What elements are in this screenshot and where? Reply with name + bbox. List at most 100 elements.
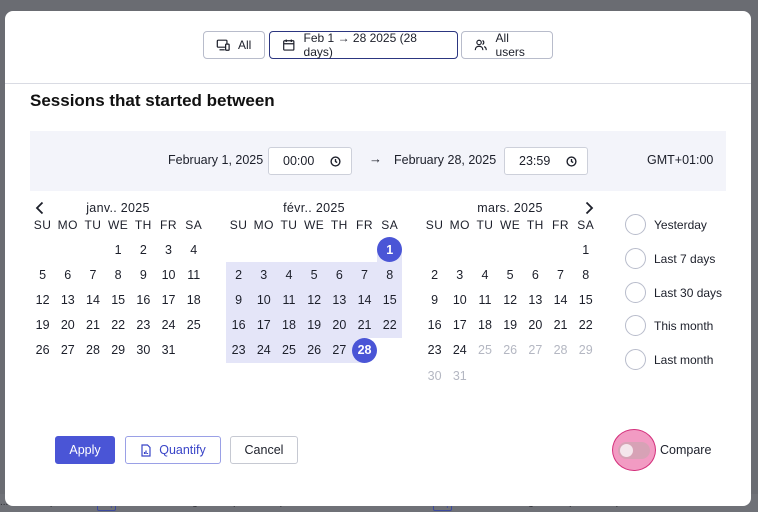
preset-last-7-days[interactable]: Last 7 days: [625, 248, 715, 269]
day-cell[interactable]: 11: [472, 287, 497, 312]
day-cell[interactable]: 17: [447, 313, 472, 338]
in-range-day[interactable]: 24: [251, 337, 277, 363]
in-range-day[interactable]: 15: [377, 287, 403, 313]
day-cell[interactable]: 25: [472, 338, 497, 363]
day-cell[interactable]: 17: [156, 287, 181, 312]
day-cell[interactable]: 30: [131, 338, 156, 363]
in-range-day[interactable]: 7: [351, 262, 378, 288]
start-time-input[interactable]: 00:00: [268, 147, 352, 175]
preset-last-30-days[interactable]: Last 30 days: [625, 282, 722, 303]
day-cell[interactable]: 10: [447, 287, 472, 312]
cancel-button[interactable]: Cancel: [230, 436, 298, 464]
day-cell[interactable]: 9: [131, 262, 156, 287]
day-cell[interactable]: 14: [548, 287, 573, 312]
day-cell[interactable]: 23: [422, 338, 447, 363]
day-cell[interactable]: 20: [55, 313, 80, 338]
in-range-day[interactable]: 23: [226, 337, 252, 363]
day-cell[interactable]: 4: [472, 262, 497, 287]
day-cell[interactable]: 12: [30, 287, 55, 312]
in-range-day[interactable]: 3: [251, 262, 277, 288]
in-range-day[interactable]: 10: [251, 287, 277, 313]
day-cell[interactable]: 24: [156, 313, 181, 338]
in-range-day[interactable]: 11: [276, 287, 302, 313]
day-cell[interactable]: 28: [80, 338, 105, 363]
day-cell[interactable]: 20: [523, 313, 548, 338]
in-range-day[interactable]: 20: [326, 312, 352, 338]
day-cell[interactable]: 21: [80, 313, 105, 338]
in-range-day[interactable]: 22: [377, 312, 403, 338]
preset-last-month[interactable]: Last month: [625, 349, 713, 370]
day-cell[interactable]: 21: [548, 313, 573, 338]
compare-toggle[interactable]: [612, 429, 656, 471]
in-range-day[interactable]: 13: [326, 287, 352, 313]
day-cell[interactable]: 16: [422, 313, 447, 338]
in-range-day[interactable]: 2: [226, 262, 252, 288]
in-range-day[interactable]: 17: [251, 312, 277, 338]
day-cell[interactable]: 9: [422, 287, 447, 312]
day-cell[interactable]: 12: [498, 287, 523, 312]
quantify-button[interactable]: Quantify: [125, 436, 221, 464]
range-start-day[interactable]: 1: [377, 237, 403, 263]
day-cell[interactable]: 19: [498, 313, 523, 338]
day-cell[interactable]: 28: [548, 338, 573, 363]
day-cell[interactable]: 18: [181, 287, 206, 312]
day-cell[interactable]: 27: [523, 338, 548, 363]
end-time-input[interactable]: 23:59: [504, 147, 588, 175]
range-end-day[interactable]: 28: [351, 337, 378, 363]
day-cell[interactable]: 22: [106, 313, 131, 338]
day-cell[interactable]: 19: [30, 313, 55, 338]
day-cell[interactable]: 29: [106, 338, 131, 363]
day-cell[interactable]: 29: [573, 338, 598, 363]
in-range-day[interactable]: 6: [326, 262, 352, 288]
radio-button[interactable]: [625, 349, 646, 370]
day-cell[interactable]: 11: [181, 262, 206, 287]
day-cell[interactable]: 5: [498, 262, 523, 287]
day-cell[interactable]: 1: [573, 237, 598, 262]
day-cell[interactable]: 26: [498, 338, 523, 363]
day-cell[interactable]: 6: [55, 262, 80, 287]
radio-button[interactable]: [625, 248, 646, 269]
day-cell[interactable]: 18: [472, 313, 497, 338]
day-cell[interactable]: 25: [181, 313, 206, 338]
day-cell[interactable]: 1: [106, 237, 131, 262]
preset-yesterday[interactable]: Yesterday: [625, 214, 707, 235]
day-cell[interactable]: 27: [55, 338, 80, 363]
radio-button[interactable]: [625, 282, 646, 303]
day-cell[interactable]: 4: [181, 237, 206, 262]
all-devices-button[interactable]: All: [203, 31, 265, 59]
radio-button[interactable]: [625, 315, 646, 336]
day-cell[interactable]: 3: [447, 262, 472, 287]
in-range-day[interactable]: 9: [226, 287, 252, 313]
day-cell[interactable]: 13: [523, 287, 548, 312]
day-cell[interactable]: 10: [156, 262, 181, 287]
day-cell[interactable]: 15: [106, 287, 131, 312]
in-range-day[interactable]: 18: [276, 312, 302, 338]
day-cell[interactable]: 31: [156, 338, 181, 363]
in-range-day[interactable]: 26: [301, 337, 327, 363]
in-range-day[interactable]: 21: [351, 312, 378, 338]
in-range-day[interactable]: 12: [301, 287, 327, 313]
preset-this-month[interactable]: This month: [625, 315, 713, 336]
day-cell[interactable]: 2: [422, 262, 447, 287]
day-cell[interactable]: 3: [156, 237, 181, 262]
day-cell[interactable]: 6: [523, 262, 548, 287]
in-range-day[interactable]: 5: [301, 262, 327, 288]
in-range-day[interactable]: 8: [377, 262, 403, 288]
day-cell[interactable]: 8: [106, 262, 131, 287]
day-cell[interactable]: 8: [573, 262, 598, 287]
in-range-day[interactable]: 4: [276, 262, 302, 288]
day-cell[interactable]: 22: [573, 313, 598, 338]
day-cell[interactable]: 14: [80, 287, 105, 312]
day-cell[interactable]: 30: [422, 363, 447, 388]
apply-button[interactable]: Apply: [55, 436, 115, 464]
radio-button[interactable]: [625, 214, 646, 235]
in-range-day[interactable]: 27: [326, 337, 352, 363]
date-range-button[interactable]: Feb 1 → 28 2025 (28 days): [269, 31, 458, 59]
all-users-button[interactable]: All users: [461, 31, 553, 59]
day-cell[interactable]: 7: [80, 262, 105, 287]
day-cell[interactable]: 7: [548, 262, 573, 287]
day-cell[interactable]: 26: [30, 338, 55, 363]
in-range-day[interactable]: 19: [301, 312, 327, 338]
day-cell[interactable]: 15: [573, 287, 598, 312]
day-cell[interactable]: 5: [30, 262, 55, 287]
